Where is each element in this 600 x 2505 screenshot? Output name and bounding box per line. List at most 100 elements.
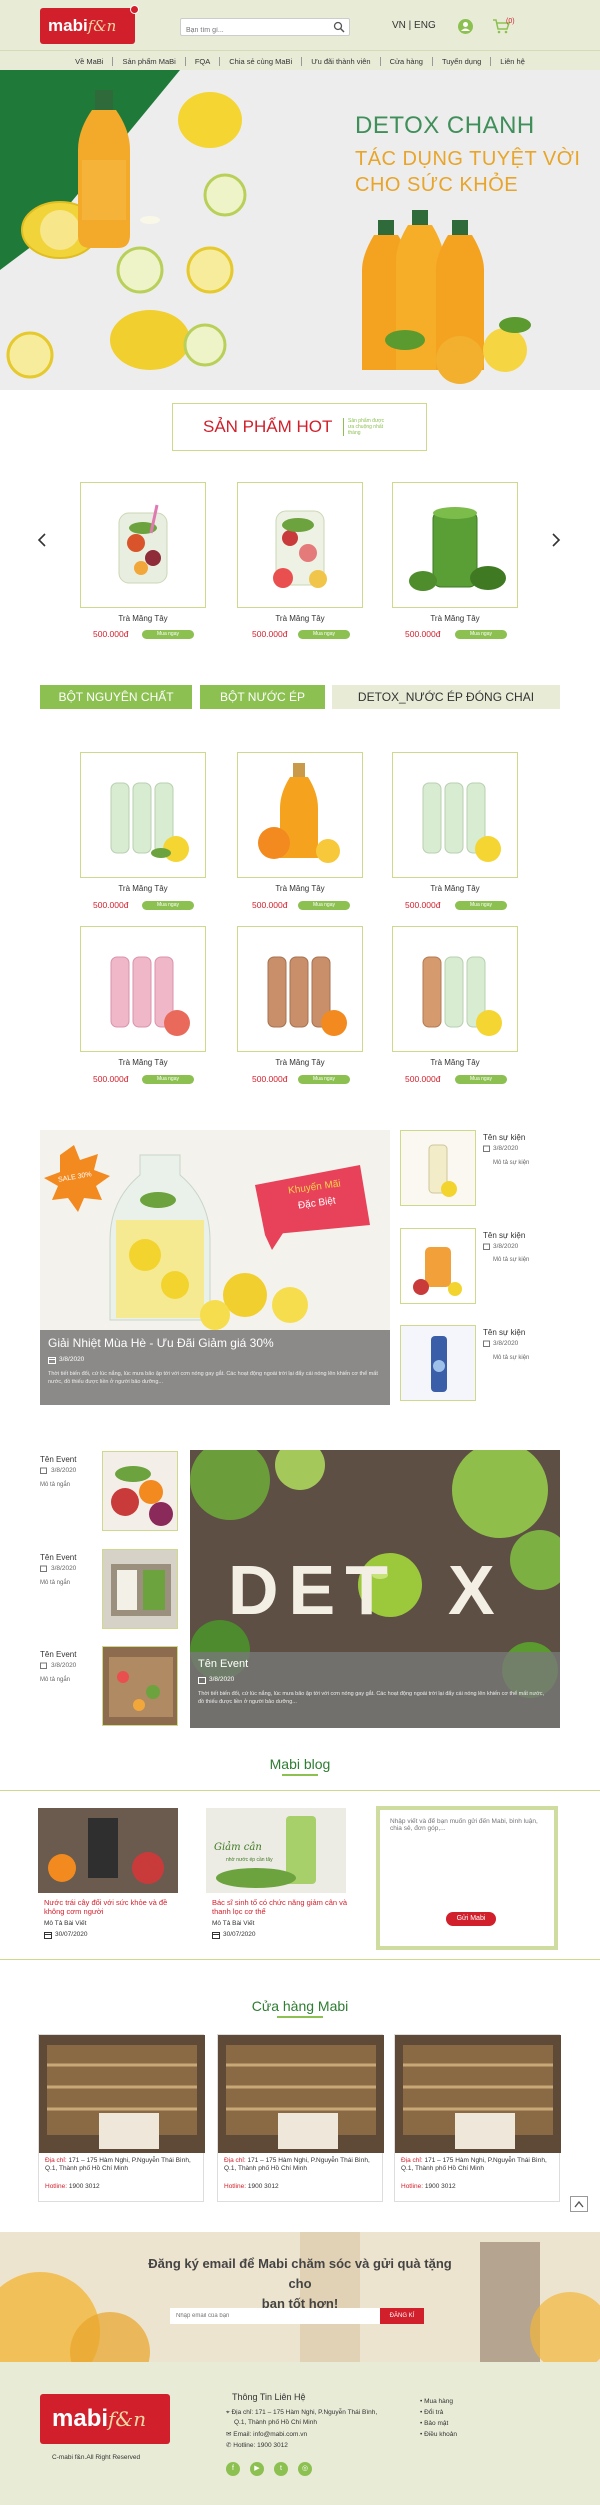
product-card[interactable] bbox=[80, 752, 206, 878]
back-to-top-button[interactable] bbox=[570, 2196, 588, 2212]
blog-image[interactable] bbox=[38, 1808, 178, 1893]
event-date: 3/8/2020 bbox=[51, 1662, 77, 1669]
event-image bbox=[103, 1647, 177, 1725]
nav-item-jobs[interactable]: Tuyển dụng bbox=[433, 56, 492, 66]
event-thumb[interactable] bbox=[102, 1646, 178, 1726]
footer-link-terms[interactable]: • Điều khoản bbox=[420, 2431, 457, 2438]
hot-product-card[interactable] bbox=[392, 482, 518, 608]
event-thumb[interactable] bbox=[102, 1549, 178, 1629]
product-name[interactable]: Trà Măng Tây bbox=[80, 614, 206, 623]
product-name[interactable]: Trà Măng Tây bbox=[237, 614, 363, 623]
product-name[interactable]: Trà Măng Tây bbox=[237, 884, 363, 893]
hero-banner[interactable]: DETOX CHANH TÁC DỤNG TUYỆT VỜI CHO SỨC K… bbox=[0, 70, 600, 390]
store-hotline: Hotline: 1900 3012 bbox=[45, 2183, 100, 2190]
event-title[interactable]: Tên Event bbox=[40, 1650, 76, 1659]
event-date: 3/8/2020 bbox=[493, 1340, 519, 1347]
event-desc: Mô tả sự kiện bbox=[493, 1160, 530, 1166]
event-thumb[interactable] bbox=[102, 1451, 178, 1531]
blog-post-title[interactable]: Nước trái cây đổi với sức khỏe và đề khô… bbox=[44, 1898, 184, 1916]
newsletter-email-input[interactable] bbox=[170, 2308, 380, 2324]
address-value: 171 – 175 Hàm Nghi, P.Nguyễn Thái Bình, … bbox=[45, 2157, 191, 2172]
product-name[interactable]: Trà Măng Tây bbox=[80, 884, 206, 893]
event-title[interactable]: Tên sự kiện bbox=[483, 1133, 525, 1142]
hot-product-card[interactable] bbox=[80, 482, 206, 608]
buy-now-button[interactable]: Mua ngay bbox=[142, 901, 194, 910]
search-icon[interactable] bbox=[333, 21, 345, 33]
instagram-icon[interactable]: ◎ bbox=[298, 2462, 312, 2476]
footer-logo[interactable]: mabif&n bbox=[40, 2394, 170, 2444]
newsletter-section: Đăng ký email để Mabi chăm sóc và gửi qu… bbox=[0, 2232, 600, 2362]
store-card[interactable]: Địa chỉ: 171 – 175 Hàm Nghi, P.Nguyễn Th… bbox=[394, 2034, 561, 2202]
calendar-icon bbox=[40, 1662, 47, 1669]
event-thumb[interactable] bbox=[400, 1130, 476, 1206]
event-title[interactable]: Tên Event bbox=[40, 1455, 76, 1464]
logo[interactable]: mabif&n bbox=[40, 5, 139, 44]
buy-now-button[interactable]: Mua ngay bbox=[298, 630, 350, 639]
send-button[interactable]: Gửi Mabi bbox=[446, 1912, 496, 1926]
buy-now-button[interactable]: Mua ngay bbox=[142, 1075, 194, 1084]
nav-item-stores[interactable]: Cửa hàng bbox=[381, 56, 433, 66]
product-card[interactable] bbox=[392, 926, 518, 1052]
event-title[interactable]: Tên sự kiện bbox=[483, 1328, 525, 1337]
store-card[interactable]: Địa chỉ: 171 – 175 Hàm Nghi, P.Nguyễn Th… bbox=[217, 2034, 384, 2202]
event-title[interactable]: Tên sự kiện bbox=[483, 1231, 525, 1240]
buy-now-button[interactable]: Mua ngay bbox=[455, 1075, 507, 1084]
product-card[interactable] bbox=[237, 752, 363, 878]
store-card[interactable]: Địa chỉ: 171 – 175 Hàm Nghi, P.Nguyễn Th… bbox=[38, 2034, 205, 2202]
nav-item-products[interactable]: Sản phẩm MaBi bbox=[113, 56, 186, 66]
buy-now-button[interactable]: Mua ngay bbox=[455, 901, 507, 910]
tab-detox[interactable]: DETOX_NƯỚC ÉP ĐÓNG CHAI bbox=[332, 685, 560, 709]
product-name[interactable]: Trà Măng Tây bbox=[392, 1058, 518, 1067]
event-image bbox=[103, 1550, 177, 1628]
footer-link-return[interactable]: • Đổi trả bbox=[420, 2409, 443, 2416]
promo-date: 3/8/2020 bbox=[59, 1356, 85, 1363]
chevron-left-icon[interactable] bbox=[36, 532, 48, 548]
product-name[interactable]: Trà Măng Tây bbox=[392, 614, 518, 623]
promo-card[interactable]: SALE 30% Khuyến Mãi Đặc Biệt Giải Nhiệt … bbox=[40, 1130, 390, 1405]
product-name[interactable]: Trà Măng Tây bbox=[237, 1058, 363, 1067]
nav-item-faq[interactable]: FQA bbox=[186, 56, 221, 66]
footer-link-privacy[interactable]: • Bảo mật bbox=[420, 2420, 448, 2427]
hot-product-card[interactable] bbox=[237, 482, 363, 608]
user-icon[interactable] bbox=[458, 19, 473, 34]
blog-title-underline bbox=[282, 1774, 318, 1776]
nav-item-share[interactable]: Chia sẻ cùng MaBi bbox=[220, 56, 303, 66]
tab-bot-nguyen-chat[interactable]: BỘT NGUYÊN CHẤT bbox=[40, 685, 192, 709]
nav-item-member[interactable]: Ưu đãi thành viên bbox=[302, 56, 381, 66]
twitter-icon[interactable]: t bbox=[274, 2462, 288, 2476]
language-switch[interactable]: VN | ENG bbox=[392, 20, 436, 31]
buy-now-button[interactable]: Mua ngay bbox=[142, 630, 194, 639]
event-date: 3/8/2020 bbox=[51, 1565, 77, 1572]
facebook-icon[interactable]: f bbox=[226, 2462, 240, 2476]
event-thumb[interactable] bbox=[400, 1228, 476, 1304]
newsletter-subscribe-button[interactable]: ĐĂNG KÍ bbox=[380, 2308, 424, 2324]
buy-now-button[interactable]: Mua ngay bbox=[298, 1075, 350, 1084]
nav-item-about[interactable]: Về MaBi bbox=[66, 56, 114, 66]
blog-post-title[interactable]: Bác sĩ sinh tố có chức năng giảm cân và … bbox=[212, 1898, 352, 1916]
youtube-icon[interactable]: ▶ bbox=[250, 2462, 264, 2476]
product-name[interactable]: Trà Măng Tây bbox=[392, 884, 518, 893]
nav-item-contact[interactable]: Liên hệ bbox=[491, 57, 534, 66]
footer-email-value[interactable]: Email: info@mabi.com.vn bbox=[233, 2431, 307, 2438]
logo-sub: f&n bbox=[87, 17, 117, 35]
footer-address-2: Q.1, Thành phố Hồ Chí Minh bbox=[234, 2419, 317, 2426]
detox-feature[interactable]: DET X Tên Event 3/8/2020 Thời tiết biến … bbox=[190, 1450, 560, 1728]
address-value: 171 – 175 Hàm Nghi, P.Nguyễn Thái Bình, … bbox=[401, 2157, 547, 2172]
buy-now-button[interactable]: Mua ngay bbox=[455, 630, 507, 639]
search-input[interactable] bbox=[181, 22, 321, 39]
event-title[interactable]: Tên Event bbox=[40, 1553, 76, 1562]
tab-bot-nuoc-ep[interactable]: BỘT NƯỚC ÉP bbox=[200, 685, 325, 709]
footer-logo-text: mabi bbox=[52, 2405, 109, 2432]
product-card[interactable] bbox=[80, 926, 206, 1052]
footer-address-line: Địa chỉ: 171 – 175 Hàm Nghi, P.Nguyễn Th… bbox=[231, 2409, 378, 2416]
product-card[interactable] bbox=[392, 752, 518, 878]
chevron-right-icon[interactable] bbox=[550, 532, 562, 548]
buy-now-button[interactable]: Mua ngay bbox=[298, 901, 350, 910]
product-card[interactable] bbox=[237, 926, 363, 1052]
footer-link-buy[interactable]: • Mua hàng bbox=[420, 2398, 453, 2405]
detox-date: 3/8/2020 bbox=[209, 1676, 235, 1683]
product-image bbox=[258, 763, 340, 863]
product-name[interactable]: Trà Măng Tây bbox=[80, 1058, 206, 1067]
comment-input[interactable] bbox=[390, 1818, 542, 1898]
event-thumb[interactable] bbox=[400, 1325, 476, 1401]
